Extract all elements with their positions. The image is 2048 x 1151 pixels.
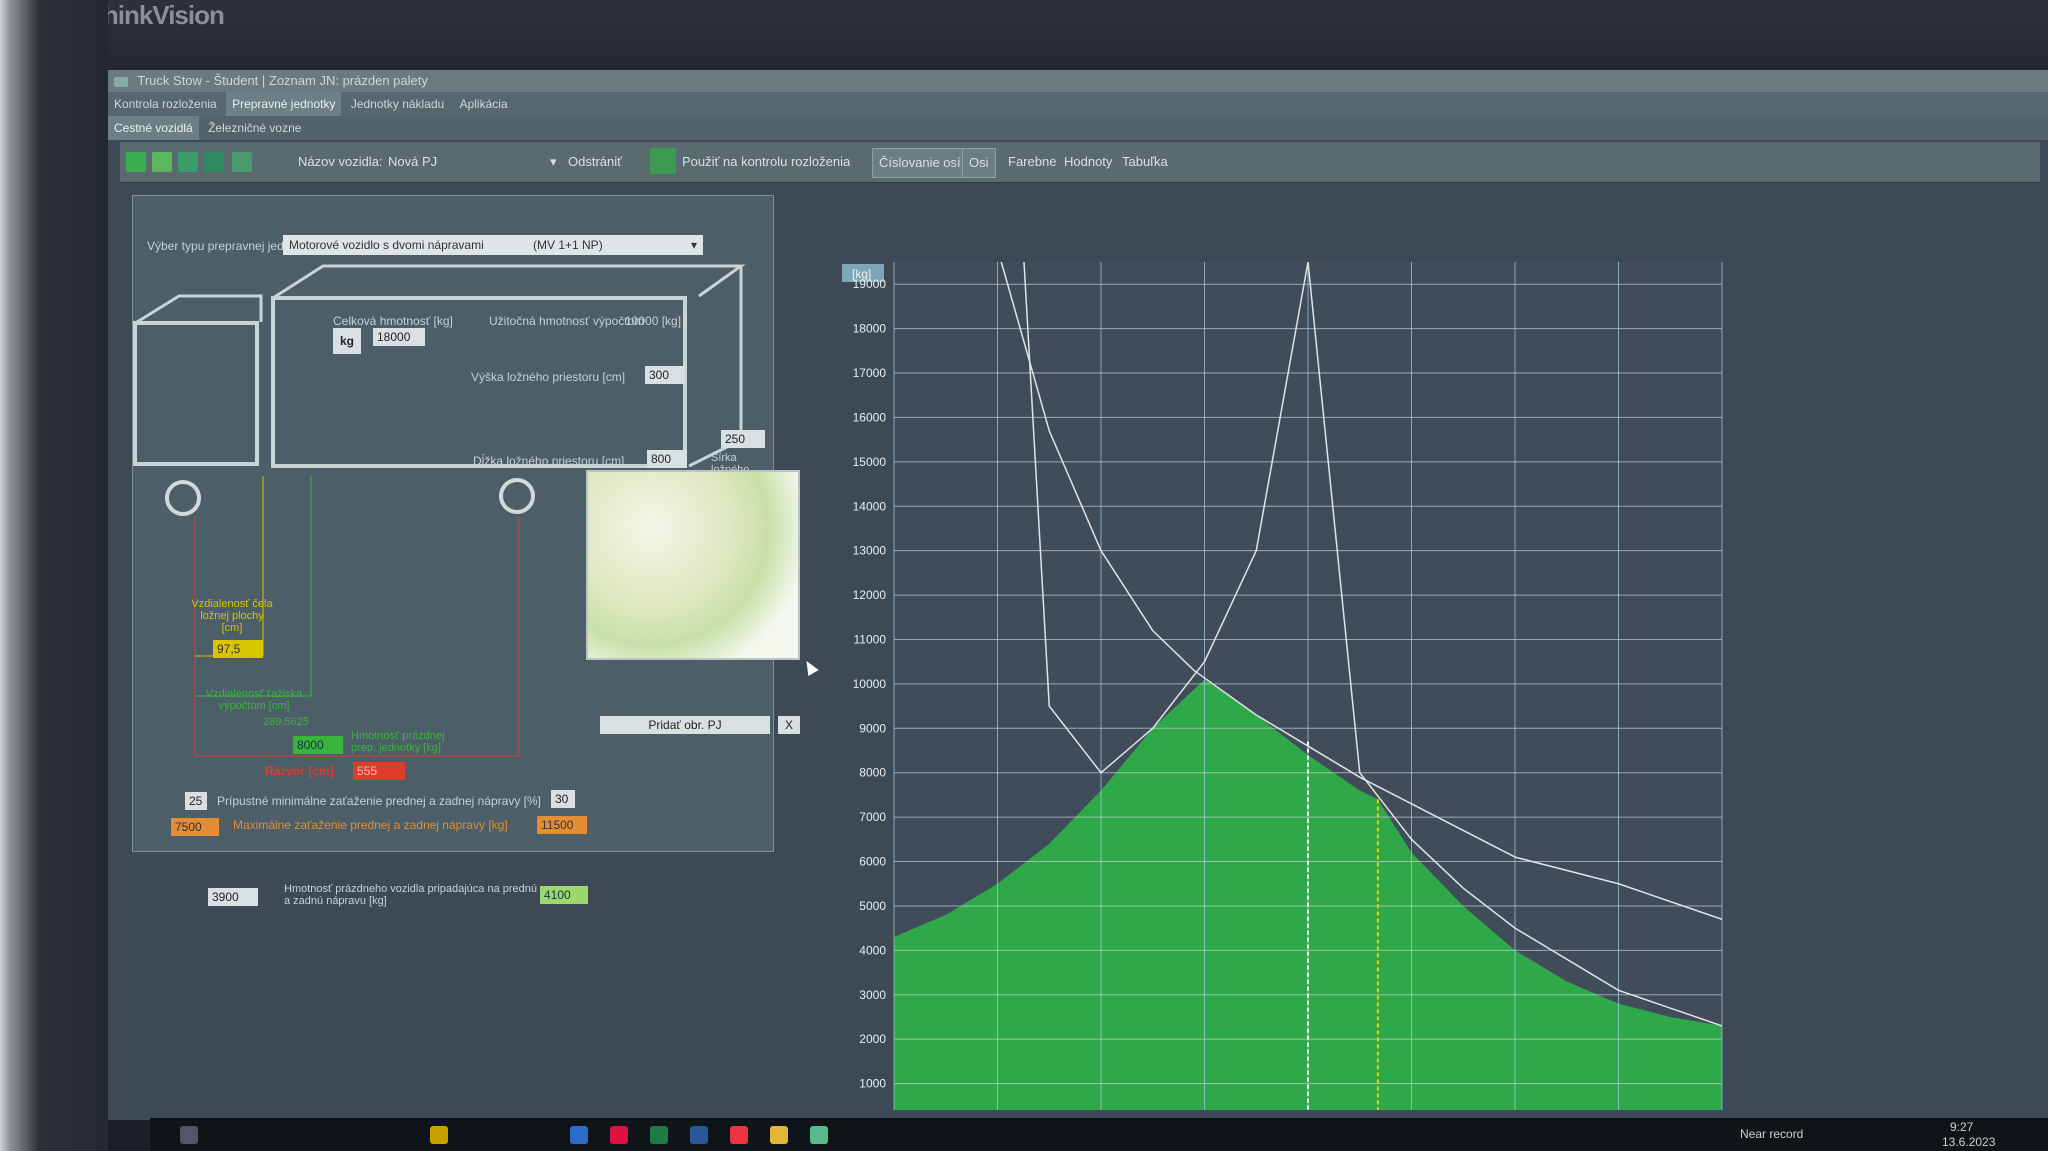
y-tick-label: 6000 bbox=[859, 855, 886, 869]
tab-road-vehicles[interactable]: Cestné vozidlá bbox=[108, 116, 199, 140]
start-icon[interactable] bbox=[180, 1126, 198, 1144]
vehicle-name-label: Názov vozidla: bbox=[298, 154, 383, 169]
front-distance-input[interactable]: 97,5 bbox=[213, 640, 263, 658]
cog-label: Vzdialenosť ťažiska výpočtom [cm] bbox=[205, 688, 303, 712]
tab-rail-wagons[interactable]: Železničné vozne bbox=[202, 116, 307, 140]
use-for-check-button[interactable]: Použiť na kontrolu rozloženia bbox=[682, 154, 850, 169]
y-tick-label: 13000 bbox=[853, 544, 887, 558]
wheelbase-label: Rázvor [cm] bbox=[265, 764, 334, 778]
y-tick-label: 1000 bbox=[859, 1077, 886, 1091]
y-tick-label: 15000 bbox=[853, 455, 887, 469]
add-image-button[interactable]: Pridať obr. PJ bbox=[600, 716, 770, 734]
taskbar: Near record 9:27 13.6.2023 bbox=[150, 1118, 2048, 1151]
remove-button[interactable]: Odstrániť bbox=[568, 154, 622, 169]
save-icon[interactable] bbox=[204, 152, 224, 172]
y-tick-label: 9000 bbox=[859, 721, 886, 735]
y-tick-label: 17000 bbox=[853, 366, 887, 380]
vehicle-name-select[interactable]: Nová PJ bbox=[388, 154, 558, 169]
window-title: Truck Stow - Študent | Zoznam JN: prázde… bbox=[137, 73, 428, 88]
empty-axle-label: Hmotnosť prázdneho vozidla pripadajúca n… bbox=[284, 883, 538, 907]
y-tick-label: 5000 bbox=[859, 899, 886, 913]
y-tick-label: 10000 bbox=[853, 677, 887, 691]
colored-toggle[interactable]: Farebne bbox=[1008, 154, 1056, 169]
word-icon[interactable] bbox=[690, 1126, 708, 1144]
clock-time: 9:27 bbox=[1950, 1120, 1974, 1134]
open-icon[interactable] bbox=[152, 152, 172, 172]
app-icon bbox=[114, 76, 128, 87]
monitor-brand: ThinkVision bbox=[88, 0, 225, 30]
min-axle-rear-input[interactable]: 30 bbox=[551, 790, 575, 808]
app-icon[interactable] bbox=[610, 1126, 628, 1144]
y-tick-label: 11000 bbox=[854, 632, 887, 646]
y-tick-label: 18000 bbox=[853, 322, 887, 336]
front-distance-label: Vzdialenosť čela ložnej plochy [cm] bbox=[191, 598, 273, 634]
y-tick-label: 16000 bbox=[853, 410, 887, 424]
folder-icon[interactable] bbox=[770, 1126, 788, 1144]
truck-icon[interactable] bbox=[650, 148, 676, 174]
y-tick-label: 4000 bbox=[859, 943, 886, 957]
axes-toggle[interactable]: Osi bbox=[962, 148, 996, 178]
y-tick-label: 12000 bbox=[853, 588, 887, 602]
menu-item-aplikacia[interactable]: Aplikácia bbox=[454, 92, 514, 116]
empty-weight-input[interactable]: 8000 bbox=[293, 736, 343, 754]
max-axle-label: Maximálne zaťaženie prednej a zadnej náp… bbox=[233, 818, 508, 832]
toolbar: Názov vozidla: Nová PJ ▾ Odstrániť Použi… bbox=[120, 142, 2040, 183]
max-axle-front-input[interactable]: 7500 bbox=[171, 818, 219, 836]
copy-icon[interactable] bbox=[178, 152, 198, 172]
app-window: Truck Stow - Študent | Zoznam JN: prázde… bbox=[108, 70, 2048, 1120]
menu-item-kontrola[interactable]: Kontrola rozloženia bbox=[108, 92, 223, 116]
main-menu: Kontrola rozloženia Prepravné jednotky J… bbox=[108, 92, 2048, 116]
title-bar: Truck Stow - Študent | Zoznam JN: prázde… bbox=[108, 70, 2048, 92]
close-image-button[interactable]: X bbox=[778, 716, 800, 734]
empty-weight-label: Hmotnosť prázdnej prep. jednotky [kg] bbox=[351, 730, 445, 754]
mouse-cursor bbox=[801, 657, 819, 677]
new-icon[interactable] bbox=[126, 152, 146, 172]
chevron-down-icon[interactable]: ▾ bbox=[550, 154, 557, 170]
y-tick-label: 2000 bbox=[859, 1032, 886, 1046]
app-icon[interactable] bbox=[570, 1126, 588, 1144]
empty-axle-rear-input[interactable]: 4100 bbox=[540, 886, 588, 904]
wheelbase-input[interactable]: 555 bbox=[353, 762, 405, 780]
values-toggle[interactable]: Hodnoty bbox=[1064, 154, 1112, 169]
min-axle-front-input[interactable]: 25 bbox=[185, 792, 207, 810]
weather-text: Near record bbox=[1740, 1127, 1804, 1141]
monitor-bezel-left bbox=[0, 0, 108, 1151]
monitor-bezel: ThinkVision bbox=[0, 0, 2048, 70]
menu-item-jednotky[interactable]: Jednotky nákladu bbox=[345, 92, 450, 116]
excel-icon[interactable] bbox=[650, 1126, 668, 1144]
empty-axle-front-input[interactable]: 3900 bbox=[208, 888, 258, 906]
y-tick-label: 7000 bbox=[859, 810, 886, 824]
menu-item-prepravne[interactable]: Prepravné jednotky bbox=[226, 92, 342, 116]
cog-value: 289,5625 bbox=[263, 716, 309, 728]
table-toggle[interactable]: Tabuľka bbox=[1122, 154, 1168, 169]
min-axle-label: Prípustné minimálne zaťaženie prednej a … bbox=[217, 794, 542, 808]
y-tick-label: 14000 bbox=[853, 499, 887, 513]
print-icon[interactable] bbox=[232, 152, 252, 172]
max-axle-rear-input[interactable]: 11500 bbox=[537, 816, 587, 834]
y-tick-label: 8000 bbox=[859, 766, 886, 780]
chart-svg: [kg]010002000300040005000600070008000900… bbox=[842, 262, 1723, 1120]
vehicle-tabs: Cestné vozidlá Železničné vozne bbox=[108, 116, 2048, 140]
y-tick-label: 19000 bbox=[853, 277, 887, 291]
app-icon[interactable] bbox=[430, 1126, 448, 1144]
axis-numbering-toggle[interactable]: Číslovanie osí bbox=[872, 148, 968, 178]
vehicle-image-preview bbox=[586, 470, 800, 660]
browser-icon[interactable] bbox=[730, 1126, 748, 1144]
y-tick-label: 3000 bbox=[859, 988, 886, 1002]
clock-date: 13.6.2023 bbox=[1942, 1135, 1996, 1149]
truckstow-icon[interactable] bbox=[810, 1126, 828, 1144]
axle-load-chart: [kg]010002000300040005000600070008000900… bbox=[838, 190, 1848, 1120]
